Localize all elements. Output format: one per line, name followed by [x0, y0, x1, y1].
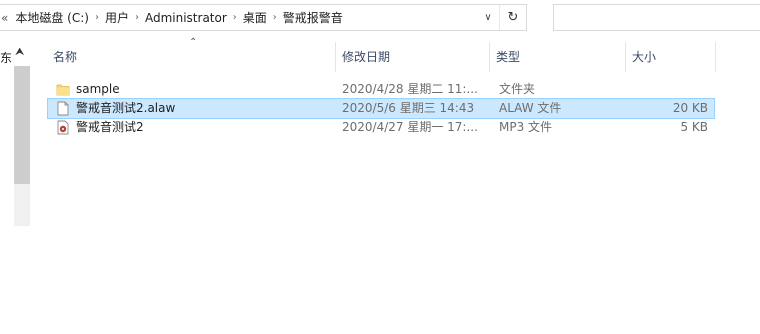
file-name: sample — [76, 82, 120, 96]
mp3-icon — [57, 120, 69, 135]
navigation-pane: 东 ⮝ — [0, 38, 34, 334]
column-header-type-label: 类型 — [496, 50, 521, 64]
chevron-down-icon: ∨ — [484, 12, 492, 23]
address-overflow-button[interactable]: « — [0, 11, 12, 25]
breadcrumb-users[interactable]: 用户 — [102, 9, 132, 26]
chevron-right-icon[interactable]: › — [230, 12, 240, 23]
file-list: sample 2020/4/28 星期二 11:... 文件夹 警戒音测试2.a… — [47, 80, 715, 137]
column-header-date-label: 修改日期 — [342, 50, 391, 64]
file-row-alaw[interactable]: 警戒音测试2.alaw 2020/5/6 星期三 14:43 ALAW 文件 2… — [47, 98, 715, 119]
file-size: 20 KB — [672, 101, 708, 115]
column-header-row: ⌃ 名称 修改日期 类型 大小 — [48, 37, 760, 72]
file-date: 2020/4/28 星期二 11:... — [342, 82, 478, 96]
column-header-type[interactable]: 类型 — [491, 42, 626, 72]
search-input[interactable] — [553, 4, 760, 31]
breadcrumb-current-folder[interactable]: 警戒报警音 — [280, 9, 346, 26]
file-name: 警戒音测试2.alaw — [76, 101, 176, 115]
scroll-up-arrow-icon[interactable]: ⮝ — [15, 45, 24, 59]
file-name: 警戒音测试2 — [76, 120, 144, 134]
column-header-name-label: 名称 — [53, 50, 78, 64]
chevron-right-icon[interactable]: › — [92, 12, 102, 23]
breadcrumb-desktop[interactable]: 桌面 — [240, 9, 270, 26]
file-row-sample[interactable]: sample 2020/4/28 星期二 11:... 文件夹 — [48, 80, 714, 99]
column-header-size-label: 大小 — [632, 50, 657, 64]
column-header-size[interactable]: 大小 — [627, 42, 716, 72]
nav-item-label[interactable]: 东 — [0, 49, 12, 66]
chevron-right-icon[interactable]: › — [132, 12, 142, 23]
file-type: ALAW 文件 — [499, 101, 562, 115]
file-row-mp3[interactable]: 警戒音测试2 2020/4/27 星期一 17:... MP3 文件 5 KB — [48, 118, 714, 137]
file-icon — [57, 101, 69, 116]
file-date: 2020/5/6 星期三 14:43 — [342, 101, 475, 115]
file-size — [619, 80, 708, 99]
nav-scrollbar-thumb[interactable] — [14, 66, 30, 184]
folder-icon — [56, 84, 70, 96]
refresh-button[interactable]: ↻ — [499, 4, 527, 31]
breadcrumb-local-disk[interactable]: 本地磁盘 (C:) — [12, 9, 92, 26]
address-bar[interactable]: « 本地磁盘 (C:) › 用户 › Administrator › 桌面 › … — [0, 4, 527, 31]
file-size: 5 KB — [680, 120, 708, 134]
column-header-date[interactable]: 修改日期 — [337, 42, 490, 72]
file-type: MP3 文件 — [499, 120, 553, 134]
breadcrumb-administrator[interactable]: Administrator — [142, 11, 230, 25]
file-date: 2020/4/27 星期一 17:... — [342, 120, 478, 134]
address-history-dropdown[interactable]: ∨ — [477, 4, 499, 31]
file-type: 文件夹 — [499, 82, 536, 96]
chevron-right-icon[interactable]: › — [270, 12, 280, 23]
refresh-icon: ↻ — [507, 10, 519, 25]
column-header-name[interactable]: 名称 — [48, 42, 336, 72]
